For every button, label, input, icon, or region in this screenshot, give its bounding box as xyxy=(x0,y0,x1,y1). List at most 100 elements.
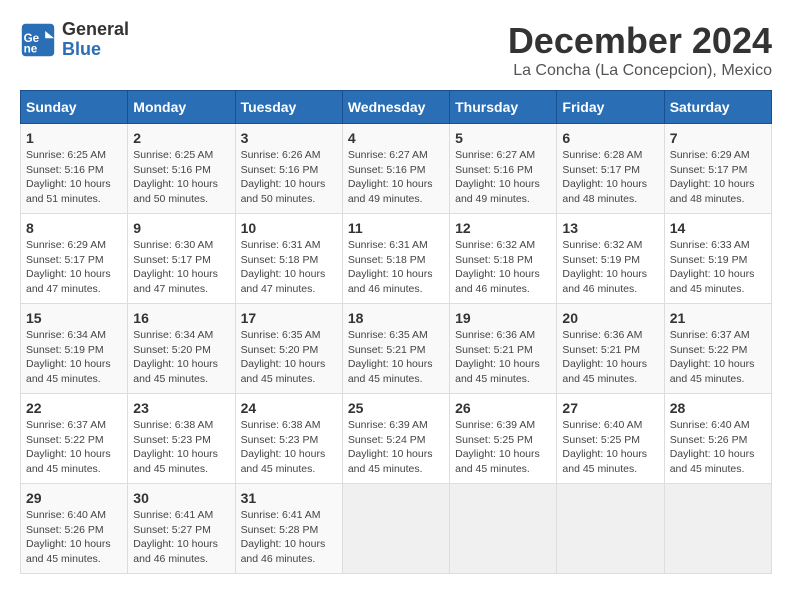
table-row: 26 Sunrise: 6:39 AM Sunset: 5:25 PM Dayl… xyxy=(450,394,557,484)
location-title: La Concha (La Concepcion), Mexico xyxy=(508,62,772,80)
day-number: 6 xyxy=(562,130,658,146)
day-number: 10 xyxy=(241,220,337,236)
day-number: 17 xyxy=(241,310,337,326)
day-number: 8 xyxy=(26,220,122,236)
table-row: 17 Sunrise: 6:35 AM Sunset: 5:20 PM Dayl… xyxy=(235,304,342,394)
title-section: December 2024 La Concha (La Concepcion),… xyxy=(508,20,772,80)
day-info: Sunrise: 6:32 AM Sunset: 5:18 PM Dayligh… xyxy=(455,238,551,297)
table-row: 12 Sunrise: 6:32 AM Sunset: 5:18 PM Dayl… xyxy=(450,214,557,304)
day-number: 23 xyxy=(133,400,229,416)
day-number: 14 xyxy=(670,220,766,236)
day-number: 28 xyxy=(670,400,766,416)
day-number: 15 xyxy=(26,310,122,326)
day-info: Sunrise: 6:34 AM Sunset: 5:19 PM Dayligh… xyxy=(26,328,122,387)
table-row: 19 Sunrise: 6:36 AM Sunset: 5:21 PM Dayl… xyxy=(450,304,557,394)
day-number: 31 xyxy=(241,490,337,506)
day-info: Sunrise: 6:25 AM Sunset: 5:16 PM Dayligh… xyxy=(133,148,229,207)
table-row: 15 Sunrise: 6:34 AM Sunset: 5:19 PM Dayl… xyxy=(21,304,128,394)
calendar-header: Sunday Monday Tuesday Wednesday Thursday… xyxy=(21,91,772,124)
table-row: 27 Sunrise: 6:40 AM Sunset: 5:25 PM Dayl… xyxy=(557,394,664,484)
header-wednesday: Wednesday xyxy=(342,91,449,124)
day-info: Sunrise: 6:36 AM Sunset: 5:21 PM Dayligh… xyxy=(562,328,658,387)
day-info: Sunrise: 6:41 AM Sunset: 5:28 PM Dayligh… xyxy=(241,508,337,567)
header-tuesday: Tuesday xyxy=(235,91,342,124)
day-info: Sunrise: 6:27 AM Sunset: 5:16 PM Dayligh… xyxy=(348,148,444,207)
table-row: 4 Sunrise: 6:27 AM Sunset: 5:16 PM Dayli… xyxy=(342,124,449,214)
day-info: Sunrise: 6:29 AM Sunset: 5:17 PM Dayligh… xyxy=(670,148,766,207)
table-row: 18 Sunrise: 6:35 AM Sunset: 5:21 PM Dayl… xyxy=(342,304,449,394)
table-row: 3 Sunrise: 6:26 AM Sunset: 5:16 PM Dayli… xyxy=(235,124,342,214)
table-row: 29 Sunrise: 6:40 AM Sunset: 5:26 PM Dayl… xyxy=(21,484,128,574)
table-row: 14 Sunrise: 6:33 AM Sunset: 5:19 PM Dayl… xyxy=(664,214,771,304)
day-info: Sunrise: 6:30 AM Sunset: 5:17 PM Dayligh… xyxy=(133,238,229,297)
day-info: Sunrise: 6:40 AM Sunset: 5:26 PM Dayligh… xyxy=(670,418,766,477)
day-info: Sunrise: 6:35 AM Sunset: 5:20 PM Dayligh… xyxy=(241,328,337,387)
day-number: 19 xyxy=(455,310,551,326)
day-number: 2 xyxy=(133,130,229,146)
day-info: Sunrise: 6:38 AM Sunset: 5:23 PM Dayligh… xyxy=(133,418,229,477)
day-number: 24 xyxy=(241,400,337,416)
day-number: 29 xyxy=(26,490,122,506)
day-info: Sunrise: 6:39 AM Sunset: 5:25 PM Dayligh… xyxy=(455,418,551,477)
day-info: Sunrise: 6:35 AM Sunset: 5:21 PM Dayligh… xyxy=(348,328,444,387)
header-section: Ge ne General Blue December 2024 La Conc… xyxy=(20,20,772,80)
day-info: Sunrise: 6:31 AM Sunset: 5:18 PM Dayligh… xyxy=(348,238,444,297)
table-row: 22 Sunrise: 6:37 AM Sunset: 5:22 PM Dayl… xyxy=(21,394,128,484)
table-row: 5 Sunrise: 6:27 AM Sunset: 5:16 PM Dayli… xyxy=(450,124,557,214)
table-row: 9 Sunrise: 6:30 AM Sunset: 5:17 PM Dayli… xyxy=(128,214,235,304)
table-row: 16 Sunrise: 6:34 AM Sunset: 5:20 PM Dayl… xyxy=(128,304,235,394)
day-number: 20 xyxy=(562,310,658,326)
table-row xyxy=(557,484,664,574)
table-row: 31 Sunrise: 6:41 AM Sunset: 5:28 PM Dayl… xyxy=(235,484,342,574)
calendar-table: Sunday Monday Tuesday Wednesday Thursday… xyxy=(20,90,772,574)
month-title: December 2024 xyxy=(508,20,772,62)
day-number: 27 xyxy=(562,400,658,416)
header-friday: Friday xyxy=(557,91,664,124)
day-number: 4 xyxy=(348,130,444,146)
day-number: 22 xyxy=(26,400,122,416)
table-row xyxy=(664,484,771,574)
table-row: 20 Sunrise: 6:36 AM Sunset: 5:21 PM Dayl… xyxy=(557,304,664,394)
day-number: 1 xyxy=(26,130,122,146)
table-row: 2 Sunrise: 6:25 AM Sunset: 5:16 PM Dayli… xyxy=(128,124,235,214)
day-number: 3 xyxy=(241,130,337,146)
table-row: 8 Sunrise: 6:29 AM Sunset: 5:17 PM Dayli… xyxy=(21,214,128,304)
table-row: 21 Sunrise: 6:37 AM Sunset: 5:22 PM Dayl… xyxy=(664,304,771,394)
table-row: 30 Sunrise: 6:41 AM Sunset: 5:27 PM Dayl… xyxy=(128,484,235,574)
day-info: Sunrise: 6:29 AM Sunset: 5:17 PM Dayligh… xyxy=(26,238,122,297)
calendar-body: 1 Sunrise: 6:25 AM Sunset: 5:16 PM Dayli… xyxy=(21,124,772,574)
day-info: Sunrise: 6:28 AM Sunset: 5:17 PM Dayligh… xyxy=(562,148,658,207)
day-info: Sunrise: 6:32 AM Sunset: 5:19 PM Dayligh… xyxy=(562,238,658,297)
day-info: Sunrise: 6:26 AM Sunset: 5:16 PM Dayligh… xyxy=(241,148,337,207)
header-sunday: Sunday xyxy=(21,91,128,124)
day-number: 9 xyxy=(133,220,229,236)
header-monday: Monday xyxy=(128,91,235,124)
table-row: 10 Sunrise: 6:31 AM Sunset: 5:18 PM Dayl… xyxy=(235,214,342,304)
day-info: Sunrise: 6:39 AM Sunset: 5:24 PM Dayligh… xyxy=(348,418,444,477)
day-info: Sunrise: 6:34 AM Sunset: 5:20 PM Dayligh… xyxy=(133,328,229,387)
table-row: 6 Sunrise: 6:28 AM Sunset: 5:17 PM Dayli… xyxy=(557,124,664,214)
svg-text:ne: ne xyxy=(24,42,38,55)
table-row: 24 Sunrise: 6:38 AM Sunset: 5:23 PM Dayl… xyxy=(235,394,342,484)
day-info: Sunrise: 6:36 AM Sunset: 5:21 PM Dayligh… xyxy=(455,328,551,387)
header-saturday: Saturday xyxy=(664,91,771,124)
day-number: 13 xyxy=(562,220,658,236)
day-info: Sunrise: 6:40 AM Sunset: 5:25 PM Dayligh… xyxy=(562,418,658,477)
day-number: 30 xyxy=(133,490,229,506)
table-row: 23 Sunrise: 6:38 AM Sunset: 5:23 PM Dayl… xyxy=(128,394,235,484)
table-row: 13 Sunrise: 6:32 AM Sunset: 5:19 PM Dayl… xyxy=(557,214,664,304)
day-info: Sunrise: 6:40 AM Sunset: 5:26 PM Dayligh… xyxy=(26,508,122,567)
day-info: Sunrise: 6:41 AM Sunset: 5:27 PM Dayligh… xyxy=(133,508,229,567)
day-info: Sunrise: 6:33 AM Sunset: 5:19 PM Dayligh… xyxy=(670,238,766,297)
table-row xyxy=(342,484,449,574)
day-number: 18 xyxy=(348,310,444,326)
day-number: 7 xyxy=(670,130,766,146)
day-number: 12 xyxy=(455,220,551,236)
day-number: 16 xyxy=(133,310,229,326)
day-info: Sunrise: 6:37 AM Sunset: 5:22 PM Dayligh… xyxy=(670,328,766,387)
day-number: 25 xyxy=(348,400,444,416)
day-info: Sunrise: 6:31 AM Sunset: 5:18 PM Dayligh… xyxy=(241,238,337,297)
day-info: Sunrise: 6:37 AM Sunset: 5:22 PM Dayligh… xyxy=(26,418,122,477)
table-row: 28 Sunrise: 6:40 AM Sunset: 5:26 PM Dayl… xyxy=(664,394,771,484)
table-row: 1 Sunrise: 6:25 AM Sunset: 5:16 PM Dayli… xyxy=(21,124,128,214)
